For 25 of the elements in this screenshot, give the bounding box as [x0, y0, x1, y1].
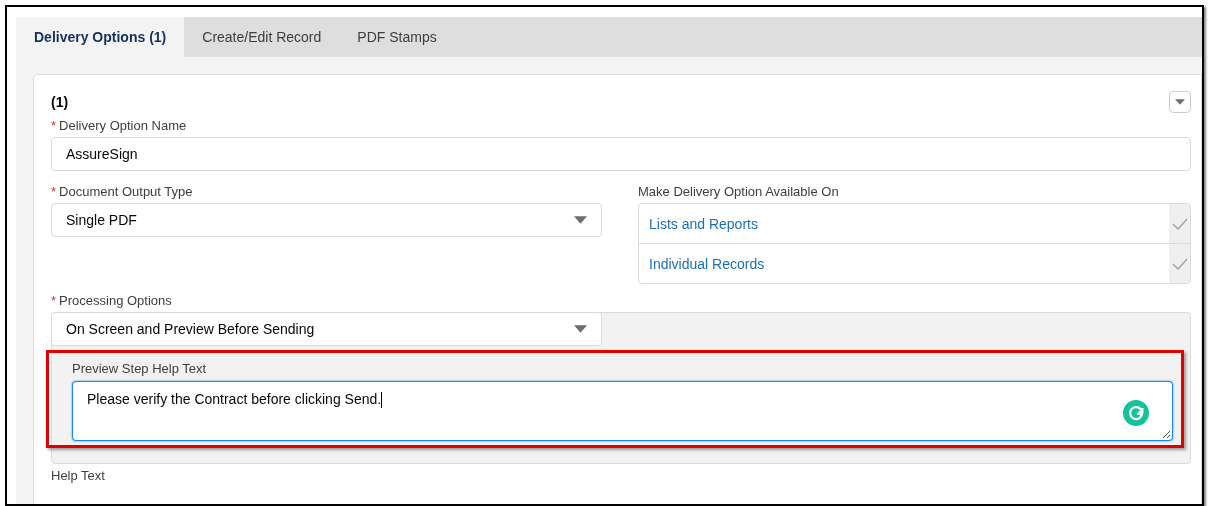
input-field[interactable]: AssureSign [51, 137, 1191, 171]
collapse-button[interactable] [1169, 91, 1191, 113]
tab[interactable]: PDF Stamps [339, 17, 455, 57]
field-label: Help Text [51, 467, 105, 483]
section-title: (1) [51, 94, 69, 110]
list-item[interactable]: Lists and Reports [639, 204, 1190, 243]
list-item[interactable]: Individual Records [639, 243, 1190, 283]
caret-icon [574, 216, 587, 224]
caret-icon [1175, 99, 1185, 105]
caret-icon [574, 325, 587, 333]
required-mark: * [51, 292, 57, 308]
field-label: Delivery Option Name [59, 117, 187, 133]
dropdown[interactable]: On Screen and Preview Before Sending [51, 312, 602, 346]
field-label: Document Output Type [59, 183, 193, 199]
resize-handle[interactable] [1162, 430, 1170, 438]
field-label: Make Delivery Option Available On [638, 183, 839, 199]
text-area[interactable]: Please verify the Contract before clicking Send. [72, 381, 1173, 441]
required-mark: * [51, 117, 57, 133]
field-label: Processing Options [59, 292, 172, 308]
required-mark: * [51, 183, 57, 199]
field-label: Preview Step Help Text [72, 360, 207, 376]
tab[interactable]: Delivery Options (1) [16, 17, 185, 57]
grammar-check-icon[interactable] [1123, 400, 1149, 426]
tab[interactable]: Create/Edit Record [184, 17, 340, 57]
dropdown[interactable]: Single PDF [51, 203, 602, 237]
